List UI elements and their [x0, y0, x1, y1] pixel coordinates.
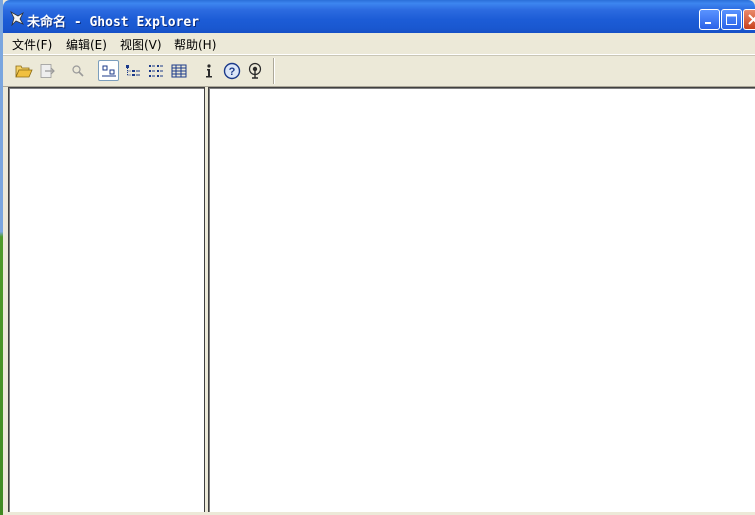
maximize-button[interactable]: [721, 9, 742, 30]
close-button[interactable]: [743, 9, 755, 30]
list-view-icon: [148, 64, 163, 77]
open-folder-icon: [14, 65, 33, 77]
application-window: 未命名 - Ghost Explorer 文件(F) 编辑(E) 视图(V) 帮…: [3, 0, 755, 515]
tree-view-icon: [125, 64, 140, 76]
help-button[interactable]: ?: [221, 60, 242, 81]
file-list-pane[interactable]: [208, 87, 755, 512]
minimize-button[interactable]: [699, 9, 720, 30]
menu-view[interactable]: 视图(V): [120, 36, 162, 53]
extract-icon: [40, 63, 55, 78]
extract-button[interactable]: [36, 60, 57, 81]
close-icon: [748, 14, 755, 25]
list-view-button[interactable]: [145, 60, 166, 81]
ghost-app-icon: [10, 10, 24, 26]
title-bar[interactable]: 未命名 - Ghost Explorer: [3, 0, 755, 33]
toolbar-separator: [273, 58, 274, 84]
large-icons-view-icon: [101, 65, 116, 76]
details-view-icon: [171, 64, 186, 77]
network-icon: [248, 62, 261, 79]
info-icon: [205, 63, 212, 77]
maximize-icon: [726, 14, 737, 25]
menu-edit[interactable]: 编辑(E): [66, 36, 107, 53]
menu-help[interactable]: 帮助(H): [174, 36, 216, 53]
open-button[interactable]: [13, 60, 34, 81]
network-button[interactable]: [244, 60, 265, 81]
info-button[interactable]: [198, 60, 219, 81]
menu-bar: 文件(F) 编辑(E) 视图(V) 帮助(H): [3, 33, 755, 55]
details-view-button[interactable]: [168, 60, 189, 81]
help-icon: ?: [223, 62, 240, 79]
svg-text:?: ?: [228, 66, 235, 78]
tree-view-button[interactable]: [122, 60, 143, 81]
window-title: 未命名 - Ghost Explorer: [27, 15, 200, 30]
search-icon: [71, 64, 84, 77]
large-icons-view-button[interactable]: [98, 60, 119, 81]
toolbar: ?: [3, 55, 755, 87]
folder-tree-pane[interactable]: [8, 87, 205, 513]
search-button[interactable]: [67, 60, 88, 81]
minimize-icon: [705, 22, 711, 24]
menu-file[interactable]: 文件(F): [12, 36, 52, 53]
